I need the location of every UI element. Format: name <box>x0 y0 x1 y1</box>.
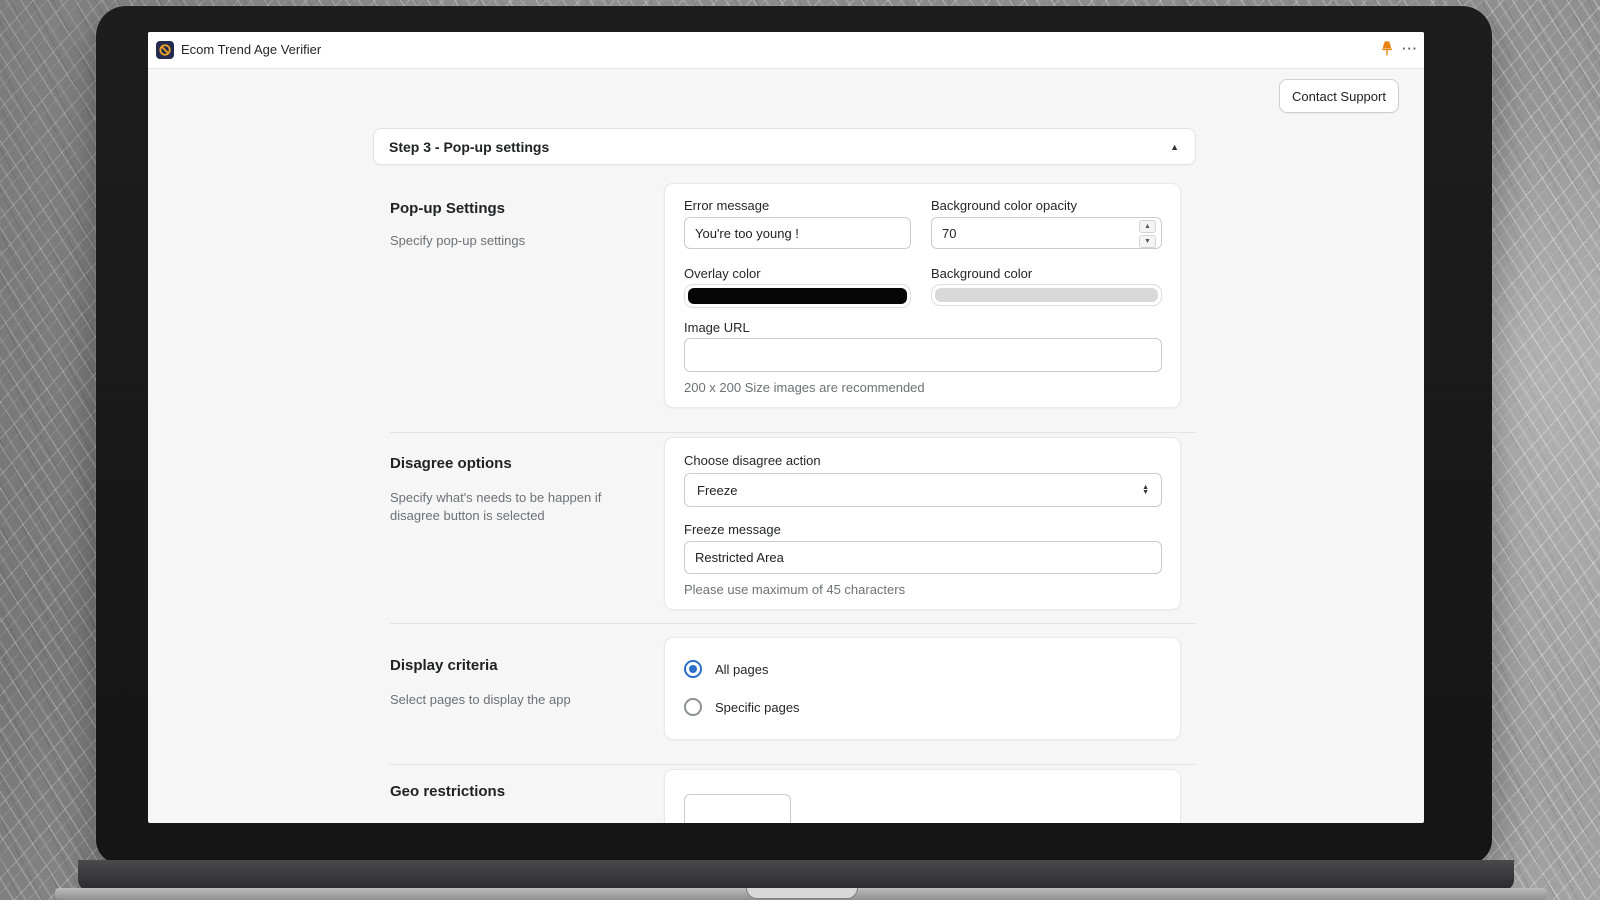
overlay-color-picker[interactable] <box>684 284 911 308</box>
freeze-message-input[interactable] <box>684 541 1162 574</box>
laptop-base-notch <box>746 888 858 899</box>
disagree-action-select[interactable]: Freeze ▲▼ <box>684 473 1162 507</box>
section-divider <box>390 623 1196 624</box>
bg-opacity-input[interactable] <box>931 217 1162 249</box>
disagree-options-card: Choose disagree action Freeze ▲▼ Freeze … <box>664 437 1181 610</box>
bg-opacity-label: Background color opacity <box>931 198 1077 213</box>
section-divider <box>390 764 1196 765</box>
display-criteria-heading: Display criteria <box>390 657 498 674</box>
app-window: Ecom Trend Age Verifier ··· Contact Supp… <box>148 32 1424 823</box>
image-url-help: 200 x 200 Size images are recommended <box>684 380 925 395</box>
image-url-input[interactable] <box>684 338 1162 372</box>
window-titlebar: Ecom Trend Age Verifier ··· <box>148 32 1424 69</box>
background-color-label: Background color <box>931 266 1032 281</box>
radio-unselected-icon <box>684 698 702 716</box>
disagree-action-value: Freeze <box>697 483 737 498</box>
radio-specific-pages-label: Specific pages <box>715 700 800 715</box>
contact-support-button[interactable]: Contact Support <box>1279 79 1399 113</box>
ellipsis-icon[interactable]: ··· <box>1398 38 1422 62</box>
pin-icon[interactable] <box>1378 40 1398 60</box>
image-url-label: Image URL <box>684 320 750 335</box>
radio-specific-pages[interactable]: Specific pages <box>684 698 800 716</box>
laptop-hinge <box>78 860 1514 890</box>
popup-settings-heading: Pop-up Settings <box>390 200 505 217</box>
radio-selected-icon <box>684 660 702 678</box>
accordion-step3-header[interactable]: Step 3 - Pop-up settings ▲ <box>373 128 1196 165</box>
error-message-input[interactable] <box>684 217 911 249</box>
display-criteria-card: All pages Specific pages <box>664 637 1181 740</box>
window-title: Ecom Trend Age Verifier <box>181 32 321 68</box>
caret-up-icon[interactable]: ▲ <box>1170 142 1179 152</box>
background-color-picker[interactable] <box>931 284 1162 306</box>
select-updown-icon: ▲▼ <box>1142 485 1149 495</box>
accordion-title: Step 3 - Pop-up settings <box>389 139 549 155</box>
disagree-options-heading: Disagree options <box>390 455 512 472</box>
spinner-down-icon[interactable]: ▼ <box>1139 235 1156 248</box>
radio-all-pages-label: All pages <box>715 662 768 677</box>
section-divider <box>390 432 1196 433</box>
display-criteria-description: Select pages to display the app <box>390 691 605 709</box>
prohibition-icon <box>156 41 174 59</box>
disagree-action-label: Choose disagree action <box>684 453 821 468</box>
geo-restrictions-heading: Geo restrictions <box>390 783 505 800</box>
geo-restrictions-input[interactable] <box>684 794 791 823</box>
disagree-options-description: Specify what's needs to be happen if dis… <box>390 489 605 525</box>
geo-restrictions-card <box>664 769 1181 823</box>
freeze-message-label: Freeze message <box>684 522 781 537</box>
spinner-up-icon[interactable]: ▲ <box>1139 220 1156 233</box>
popup-settings-card: Error message Background color opacity ▲… <box>664 183 1181 408</box>
error-message-label: Error message <box>684 198 769 213</box>
popup-settings-description: Specify pop-up settings <box>390 232 605 250</box>
radio-all-pages[interactable]: All pages <box>684 660 768 678</box>
overlay-color-swatch <box>688 288 907 304</box>
background-color-swatch <box>935 288 1158 302</box>
overlay-color-label: Overlay color <box>684 266 761 281</box>
freeze-message-help: Please use maximum of 45 characters <box>684 582 905 597</box>
